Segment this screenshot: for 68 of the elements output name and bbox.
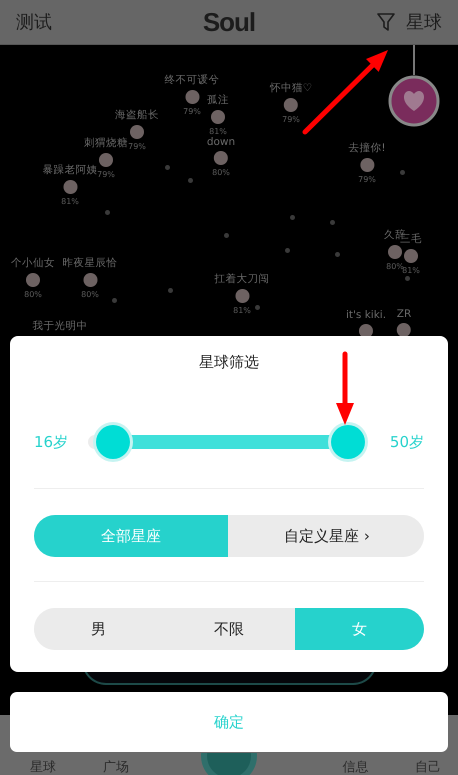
planet-dot[interactable] — [26, 273, 40, 287]
star-dot — [255, 305, 260, 310]
planet-name[interactable]: 暴躁老阿姨 — [42, 163, 98, 177]
filter-icon[interactable] — [376, 12, 396, 32]
heart-button[interactable] — [388, 75, 440, 127]
match-percent: 81% — [233, 306, 251, 315]
planet-dot[interactable] — [185, 90, 199, 104]
star-dot — [224, 233, 229, 238]
match-percent: 80% — [24, 290, 42, 299]
planet-filter-link[interactable]: 星球 — [406, 10, 442, 34]
planet-dot[interactable] — [388, 245, 402, 259]
max-age-label: 50岁 — [388, 432, 424, 452]
header-label: 测试 — [16, 11, 52, 34]
match-percent: 81% — [209, 127, 227, 136]
planet-dot[interactable] — [130, 125, 144, 139]
match-percent: 80% — [81, 290, 99, 299]
planet-name[interactable]: 孤注 — [207, 93, 229, 107]
star-dot — [330, 220, 335, 225]
planet-name[interactable]: 终不可谖兮 — [164, 73, 220, 87]
slider-thumb[interactable] — [96, 425, 130, 459]
match-percent: 81% — [402, 266, 420, 275]
star-dot — [112, 298, 117, 303]
star-dot — [400, 170, 405, 175]
planet-name[interactable]: 我于光明中 — [32, 319, 88, 333]
slider-thumb[interactable] — [331, 425, 366, 459]
planet-dot[interactable] — [360, 158, 374, 172]
planet-dot[interactable] — [235, 289, 249, 303]
planet-name[interactable]: 海盗船长 — [115, 108, 159, 122]
star-dot — [105, 210, 110, 215]
nav-tab[interactable]: 星球 — [30, 760, 56, 775]
planet-dot[interactable] — [83, 273, 97, 287]
planet-dot[interactable] — [211, 110, 225, 124]
star-dot — [168, 288, 173, 293]
planet-name[interactable]: 怀中猫♡ — [270, 81, 312, 95]
match-percent: 80% — [386, 262, 404, 271]
match-percent: 81% — [61, 197, 79, 206]
planet-dot[interactable] — [214, 151, 228, 165]
star-dot — [335, 252, 340, 257]
match-percent: 79% — [358, 175, 376, 184]
star-dot — [405, 276, 410, 281]
planet-name[interactable]: 去撞你! — [348, 141, 386, 155]
planet-dot[interactable] — [63, 180, 77, 194]
app-logo: Soul — [202, 6, 256, 38]
star-dot — [285, 248, 290, 253]
planet-dot[interactable] — [397, 323, 411, 337]
match-percent: 79% — [97, 170, 115, 179]
planet-dot[interactable] — [404, 249, 418, 263]
match-percent: 79% — [128, 142, 146, 151]
nav-tab[interactable]: 信息 — [342, 760, 368, 775]
planet-name[interactable]: 昨夜星辰恰 — [62, 256, 118, 270]
planet-name[interactable]: 个小仙女 — [11, 256, 55, 270]
planet-name[interactable]: down — [206, 136, 236, 148]
star-dot — [290, 215, 295, 220]
planet-name[interactable]: 扛着大刀闯 — [214, 272, 270, 286]
planet-name[interactable]: 刺猬烧糖 — [84, 136, 128, 150]
min-age-label: 16岁 — [34, 432, 70, 452]
star-dot — [188, 178, 193, 183]
star-dot — [165, 165, 170, 170]
planet-dot[interactable] — [99, 153, 113, 167]
match-percent: 80% — [212, 168, 230, 177]
planet-name[interactable]: it's kiki. — [346, 309, 386, 321]
match-percent: 79% — [183, 107, 201, 116]
planet-dot[interactable] — [284, 98, 298, 112]
nav-tab[interactable]: 自己 — [415, 760, 441, 775]
planet-name[interactable]: ZR — [396, 308, 412, 320]
dialog-title: 星球筛选 — [199, 353, 259, 372]
nav-tab[interactable]: 广场 — [102, 760, 129, 775]
match-percent: 79% — [282, 115, 300, 124]
